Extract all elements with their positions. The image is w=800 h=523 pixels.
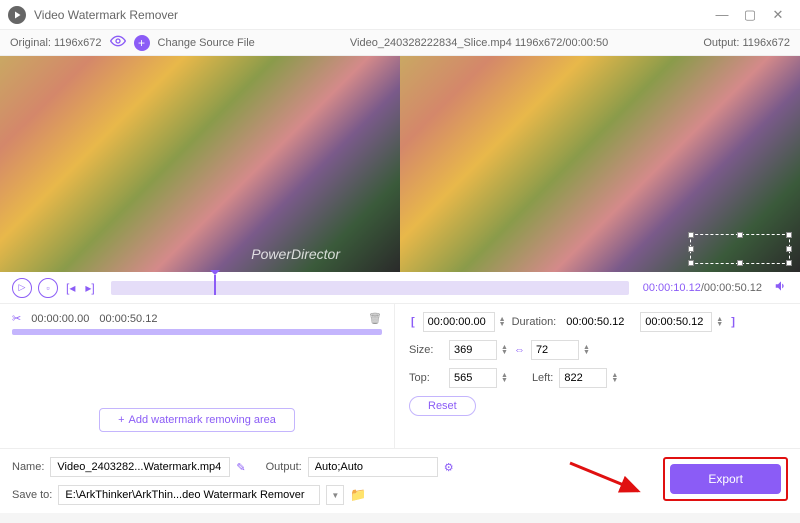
resize-handle-icon[interactable]: [786, 260, 792, 266]
mid-panels: ✂ 00:00:00.00 00:00:50.12 🗑 + Add waterma…: [0, 304, 800, 448]
save-path-input[interactable]: [58, 485, 320, 505]
spinner-icon[interactable]: ▲▼: [716, 317, 723, 327]
size-width-input[interactable]: [449, 340, 497, 360]
time-range-row: [ ▲▼ Duration: ▲▼ ]: [409, 312, 786, 332]
original-size-label: Original: 1196x672: [10, 37, 102, 49]
pos-top-input[interactable]: [449, 368, 497, 388]
pencil-icon[interactable]: ✎: [236, 461, 245, 474]
titlebar: Video Watermark Remover — ▢ ✕: [0, 0, 800, 30]
pos-left-input[interactable]: [559, 368, 607, 388]
segment-end: 00:00:50.12: [99, 313, 157, 325]
segment-start: 00:00:00.00: [31, 313, 89, 325]
resize-handle-icon[interactable]: [688, 232, 694, 238]
resize-handle-icon[interactable]: [737, 260, 743, 266]
size-label: Size:: [409, 344, 443, 356]
close-button[interactable]: ✕: [764, 4, 792, 26]
segment-row: ✂ 00:00:00.00 00:00:50.12 🗑: [12, 312, 382, 325]
range-end-bracket-icon[interactable]: ]: [729, 316, 737, 328]
segment-track[interactable]: [12, 329, 382, 335]
playback-time: 00:00:10.12/00:00:50.12: [643, 282, 762, 294]
range-start-input[interactable]: [423, 312, 495, 332]
spinner-icon[interactable]: ▲▼: [501, 345, 508, 355]
preview-row: [0, 56, 800, 272]
resize-handle-icon[interactable]: [737, 232, 743, 238]
spinner-icon[interactable]: ▲▼: [501, 373, 508, 383]
position-row: Top: ▲▼ Left: ▲▼: [409, 368, 786, 388]
plus-icon: +: [118, 414, 124, 426]
gear-icon[interactable]: ⚙: [444, 461, 454, 474]
add-area-label: Add watermark removing area: [129, 414, 276, 426]
app-logo-icon: [8, 6, 26, 24]
range-duration-input[interactable]: [562, 312, 634, 332]
save-to-label: Save to:: [12, 489, 52, 501]
top-label: Top:: [409, 372, 443, 384]
output-size-label: Output: 1196x672: [703, 37, 790, 49]
trash-icon[interactable]: 🗑: [368, 312, 382, 325]
size-row: Size: ▲▼ ⇔ ▲▼: [409, 340, 786, 360]
output-format-input[interactable]: [308, 457, 438, 477]
preview-eye-icon[interactable]: [110, 35, 126, 50]
output-format-label: Output:: [266, 461, 302, 473]
spinner-icon[interactable]: ▲▼: [611, 373, 618, 383]
name-input[interactable]: [50, 457, 230, 477]
add-area-button[interactable]: + Add watermark removing area: [99, 408, 295, 432]
play-button[interactable]: ▷: [12, 278, 32, 298]
properties-panel: [ ▲▼ Duration: ▲▼ ] Size: ▲▼ ⇔ ▲▼ Top: ▲…: [395, 304, 800, 448]
link-icon[interactable]: ⇔: [514, 344, 525, 356]
playback-controls: ▷ ▫ [◂ ▸] 00:00:10.12/00:00:50.12: [0, 272, 800, 304]
resize-handle-icon[interactable]: [688, 260, 694, 266]
add-source-button[interactable]: +: [134, 35, 150, 51]
left-label: Left:: [532, 372, 553, 384]
resize-handle-icon[interactable]: [786, 246, 792, 252]
selection-box[interactable]: [690, 234, 790, 264]
open-folder-icon[interactable]: 📁: [350, 487, 366, 503]
timeline-marker-icon[interactable]: [214, 275, 216, 295]
segments-panel: ✂ 00:00:00.00 00:00:50.12 🗑 + Add waterma…: [0, 304, 395, 448]
scissors-icon[interactable]: ✂: [12, 312, 21, 325]
name-label: Name:: [12, 461, 44, 473]
range-end-input[interactable]: [640, 312, 712, 332]
minimize-button[interactable]: —: [708, 4, 736, 26]
frame-fwd-icon[interactable]: ▸]: [83, 281, 96, 295]
change-source-label[interactable]: Change Source File: [158, 37, 255, 49]
preview-original[interactable]: [0, 56, 400, 272]
duration-label: Duration:: [512, 316, 557, 328]
reset-row: Reset: [409, 396, 786, 416]
size-height-input[interactable]: [531, 340, 579, 360]
maximize-button[interactable]: ▢: [736, 4, 764, 26]
export-highlight: Export: [663, 457, 788, 501]
frame-back-icon[interactable]: [◂: [64, 281, 77, 295]
stop-button[interactable]: ▫: [38, 278, 58, 298]
resize-handle-icon[interactable]: [786, 232, 792, 238]
path-dropdown-icon[interactable]: ▼: [326, 485, 344, 505]
reset-button[interactable]: Reset: [409, 396, 476, 416]
range-start-bracket-icon[interactable]: [: [409, 316, 417, 328]
file-info-label: Video_240328222834_Slice.mp4 1196x672/00…: [263, 37, 696, 49]
preview-output[interactable]: [400, 56, 800, 272]
volume-icon[interactable]: [774, 279, 788, 296]
export-button[interactable]: Export: [670, 464, 781, 494]
app-title: Video Watermark Remover: [34, 8, 708, 22]
timeline-slider[interactable]: [111, 281, 629, 295]
bottom-bar: Name: ✎ Output: ⚙ Save to: ▼ 📁 Export: [0, 448, 800, 513]
info-topbar: Original: 1196x672 + Change Source File …: [0, 30, 800, 56]
spinner-icon[interactable]: ▲▼: [499, 317, 506, 327]
resize-handle-icon[interactable]: [688, 246, 694, 252]
spinner-icon[interactable]: ▲▼: [583, 345, 590, 355]
